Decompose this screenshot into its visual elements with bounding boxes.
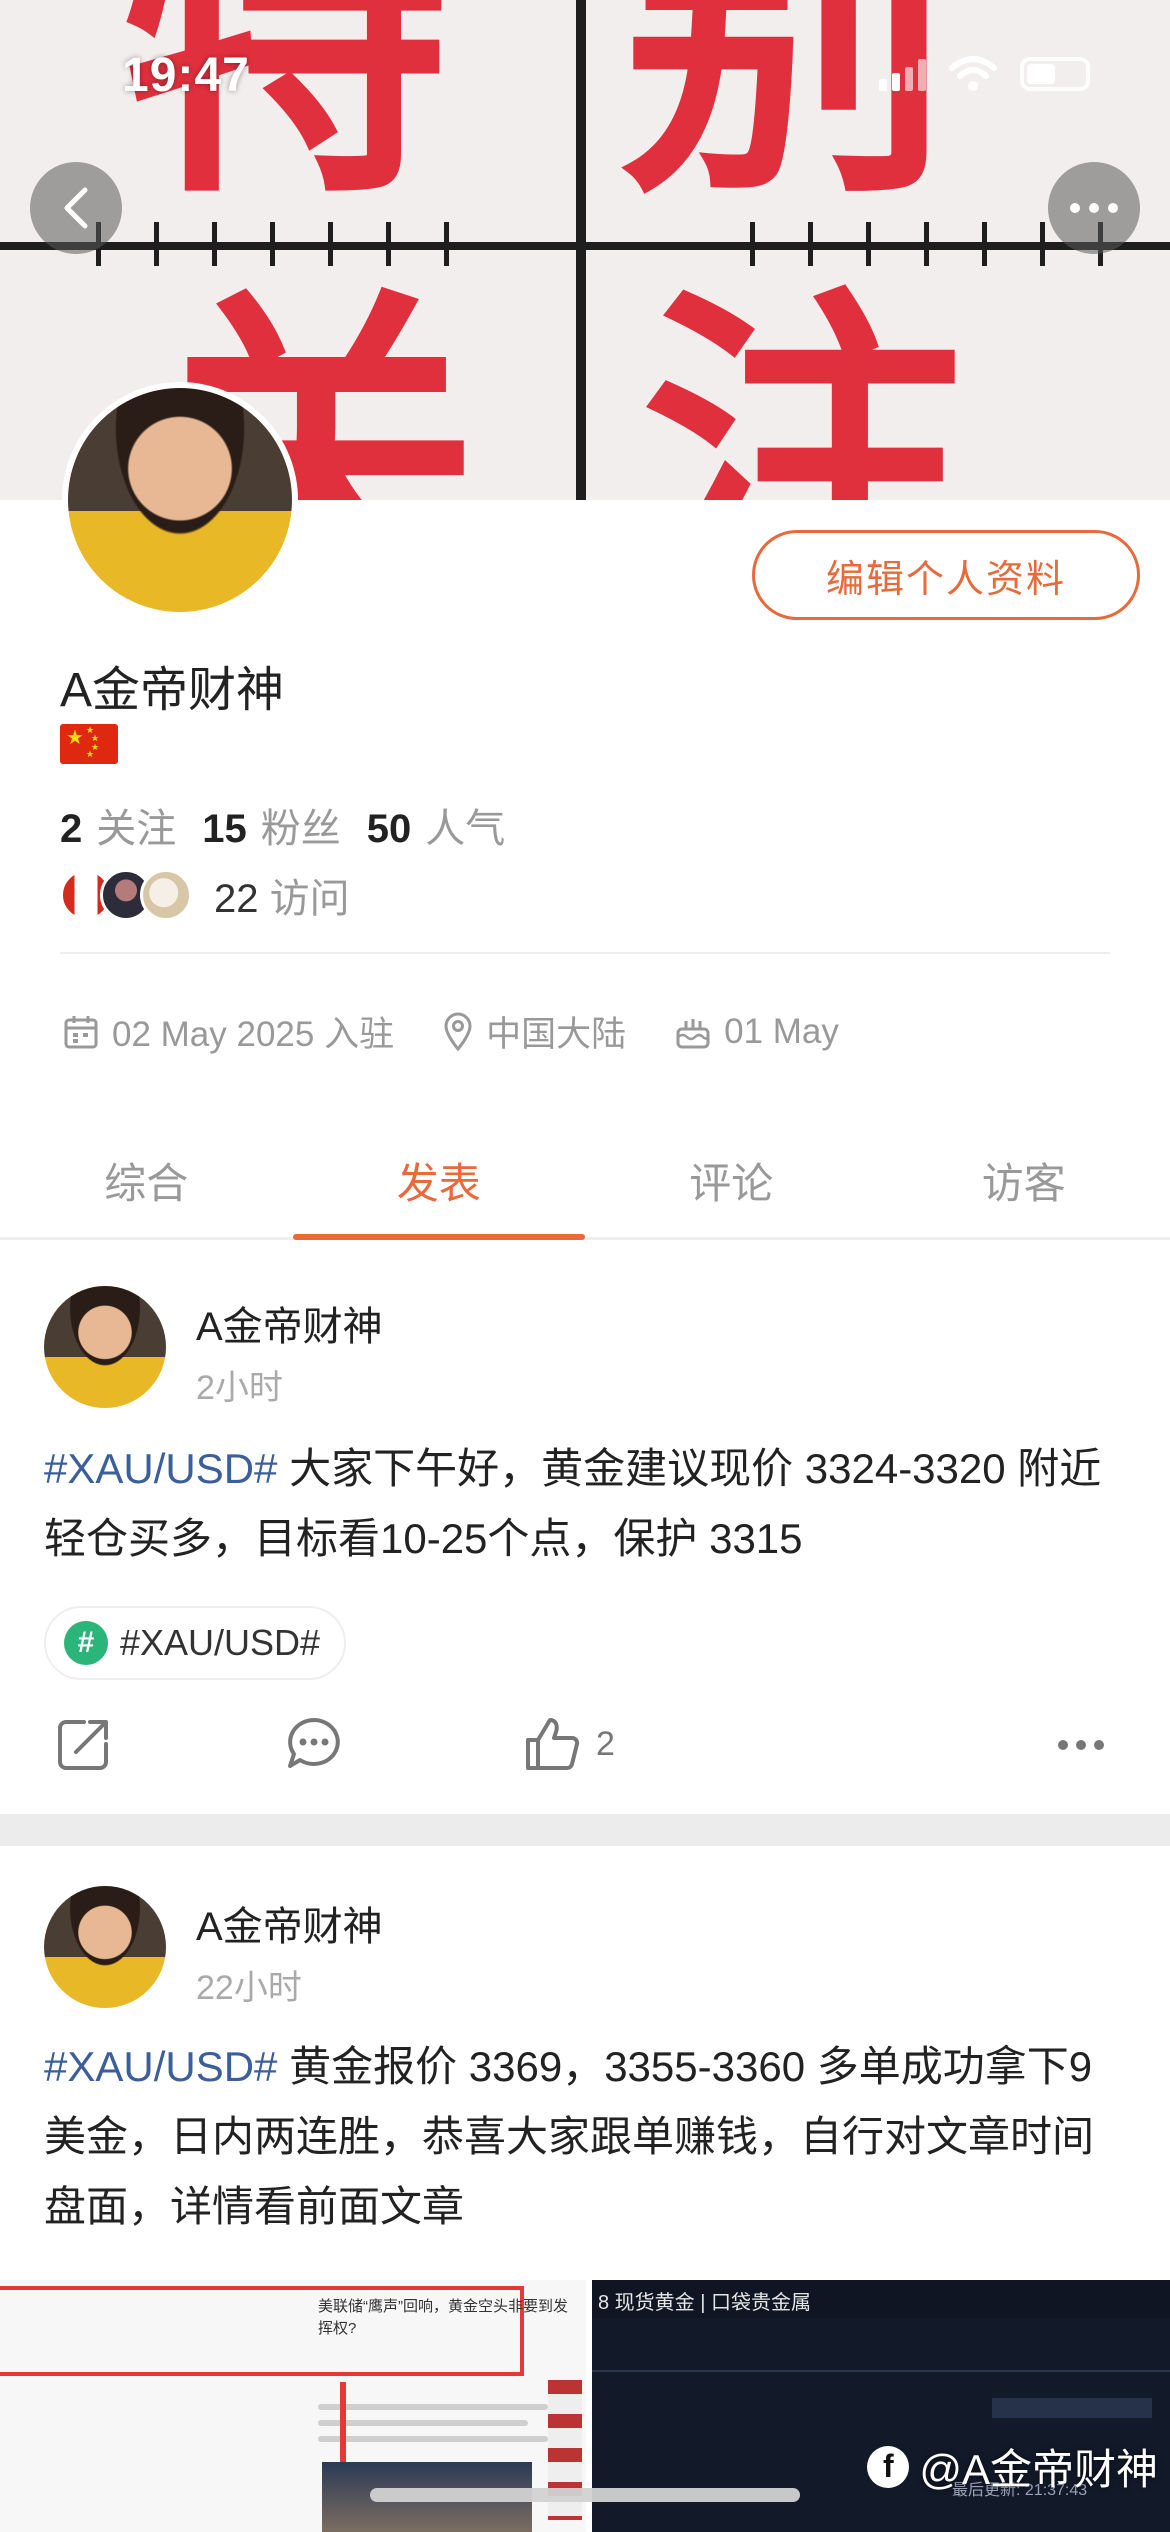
china-flag-icon: ★ ★ ★ ★ ★ [60, 724, 118, 764]
followers-label[interactable]: 粉丝 [261, 796, 341, 854]
post-text[interactable]: #XAU/USD# 黄金报价 3369，3355-3360 多单成功拿下9美金，… [44, 2032, 1134, 2242]
cellular-icon [879, 57, 926, 91]
post-author-name[interactable]: A金帝财神 [196, 1294, 383, 1352]
platform-logo-icon: f [867, 2445, 910, 2488]
topic-chip-label: #XAU/USD# [120, 1622, 321, 1663]
post-more-button[interactable] [1058, 1740, 1104, 1750]
join-date-text: 02 May 2025 入驻 [112, 1015, 395, 1054]
popularity-count: 50 [366, 807, 412, 851]
banner-glyph: 特 [120, 0, 450, 237]
back-button[interactable] [30, 162, 122, 254]
banner-glyph: 别 [620, 0, 950, 237]
banner-glyph: 注 [640, 263, 970, 500]
like-button[interactable]: 2 [522, 1714, 615, 1774]
visit-count-label: 访问 [269, 877, 350, 921]
status-time: 19:47 [122, 49, 250, 102]
more-options-button[interactable] [1048, 162, 1140, 254]
wifi-icon [949, 56, 997, 91]
profile-avatar[interactable] [62, 382, 298, 618]
tab-overview[interactable]: 综合 [0, 1120, 293, 1237]
following-label[interactable]: 关注 [96, 796, 176, 854]
followers-count[interactable]: 15 [202, 807, 247, 852]
more-icon [1070, 203, 1118, 213]
calendar-icon [64, 1015, 98, 1048]
comment-icon [288, 1718, 340, 1768]
visit-count-value: 22 [214, 877, 259, 921]
visitor-avatar [140, 869, 192, 921]
post-hashtag[interactable]: #XAU/USD# [44, 1445, 277, 1492]
post-hashtag[interactable]: #XAU/USD# [44, 2043, 277, 2090]
profile-stats: 2 关注 15 粉丝 50 人气 [60, 796, 517, 854]
location: 中国大陆 [442, 1006, 626, 1057]
location-pin-icon [444, 1012, 472, 1051]
join-date: 02 May 2025 入驻 [62, 1006, 394, 1057]
post-time: 2小时 [196, 1369, 283, 1407]
image-header: 8 现货黄金 | 口袋贵金属 [592, 2280, 1170, 2318]
image-headline: 美联储“鹰声”回响，黄金空头非要到发挥权? [318, 2298, 568, 2337]
profile-tabs: 综合 发表 评论 访客 [0, 1120, 1170, 1240]
share-button[interactable] [54, 1714, 114, 1774]
status-icons [879, 56, 1090, 92]
birthday: 01 May [674, 1012, 839, 1052]
popularity-label: 人气 [425, 807, 506, 851]
watermark-text: @A金帝财神 [919, 2446, 1158, 2493]
home-indicator[interactable] [370, 2488, 800, 2502]
profile-username: A金帝财神 [60, 664, 285, 717]
battery-icon [1020, 57, 1090, 91]
watermark: f @A金帝财神 [867, 2436, 1158, 2497]
hashtag-icon: # [64, 1621, 108, 1665]
share-icon [58, 1720, 108, 1770]
following-count[interactable]: 2 [60, 807, 82, 852]
post-author-avatar[interactable] [44, 1286, 166, 1408]
post-time: 22小时 [196, 1969, 302, 2007]
post-actions: 2 [0, 1714, 1170, 1794]
post-author-avatar[interactable] [44, 1886, 166, 2008]
profile-meta: 02 May 2025 入驻 中国大陆 01 May [62, 1006, 839, 1057]
chevron-left-icon [64, 187, 88, 229]
topic-chip[interactable]: # #XAU/USD# [44, 1606, 347, 1680]
birthday-text: 01 May [724, 1011, 839, 1051]
tab-posts[interactable]: 发表 [292, 1120, 586, 1240]
location-text: 中国大陆 [486, 1015, 627, 1054]
cake-icon [676, 1018, 710, 1048]
visit-count: 22 访问 [214, 866, 350, 924]
post-card: A金帝财神 2小时 #XAU/USD# 大家下午好，黄金建议现价 3324-33… [0, 1244, 1170, 1814]
tab-visitors[interactable]: 访客 [878, 1120, 1170, 1237]
thumbs-up-icon [526, 1718, 580, 1770]
post-separator [0, 1814, 1170, 1846]
banner-line [576, 0, 586, 500]
comment-button[interactable] [284, 1714, 344, 1774]
more-icon [1058, 1740, 1104, 1750]
post-author-name[interactable]: A金帝财神 [196, 1894, 383, 1952]
edit-profile-button[interactable]: 编辑个人资料 [752, 530, 1140, 620]
post-text[interactable]: #XAU/USD# 大家下午好，黄金建议现价 3324-3320 附近轻仓买多，… [44, 1434, 1134, 1574]
like-count: 2 [596, 1724, 615, 1763]
divider [60, 952, 1110, 954]
tab-comments[interactable]: 评论 [585, 1120, 878, 1237]
visitors-row[interactable]: 22 访问 [60, 866, 350, 924]
